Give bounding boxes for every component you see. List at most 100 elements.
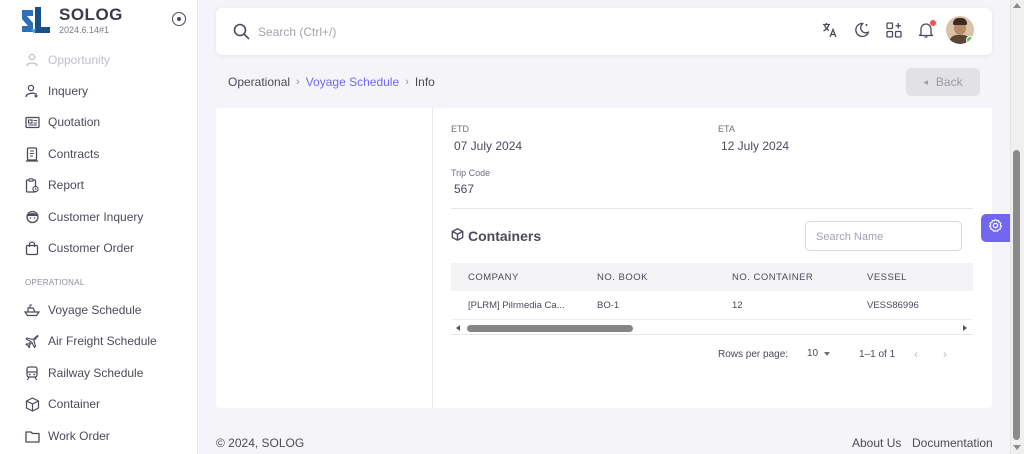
scroll-down-arrow[interactable]	[1013, 445, 1021, 450]
cell-vessel: VESS86996	[867, 300, 919, 311]
sidebar-item-customer-inquery[interactable]: Customer Inquery	[24, 208, 143, 226]
page-scrollbar-thumb[interactable]	[1013, 150, 1020, 440]
sidebar-item-railway-schedule[interactable]: Railway Schedule	[24, 364, 143, 382]
caret-down-icon	[824, 351, 831, 356]
sidebar-item-label: Contracts	[48, 147, 100, 161]
solog-logo	[20, 5, 52, 35]
rows-per-page-label: Rows per page:	[718, 349, 789, 360]
trip-code-label: Trip Code	[451, 168, 491, 178]
sidebar-item-container[interactable]: Container	[24, 395, 100, 413]
etd-value: 07 July 2024	[454, 139, 523, 153]
sidebar-toggle-button[interactable]	[172, 12, 186, 26]
folder-icon	[24, 428, 40, 444]
user-inquiry-icon	[24, 83, 40, 99]
breadcrumb-voyage-schedule[interactable]: Voyage Schedule	[306, 75, 399, 89]
sidebar-item-voyage-schedule[interactable]: Voyage Schedule	[24, 301, 141, 319]
trip-code-value: 567	[454, 182, 475, 196]
breadcrumb-operational[interactable]: Operational	[228, 75, 290, 89]
column-header-company[interactable]: COMPANY	[468, 272, 519, 283]
sidebar-item-label: Customer Inquery	[48, 210, 144, 224]
quotation-icon	[24, 114, 40, 130]
plane-icon	[24, 333, 40, 349]
notification-bell-icon[interactable]	[915, 19, 937, 41]
info-card	[216, 108, 992, 408]
rows-per-page-value: 10	[807, 348, 819, 359]
customer-inquiry-icon	[24, 209, 40, 225]
sidebar-item-contracts[interactable]: Contracts	[24, 145, 99, 163]
sidebar-item-work-order[interactable]: Work Order	[24, 427, 110, 445]
customizer-settings-button[interactable]	[981, 214, 1010, 242]
column-header-vessel[interactable]: VESSEL	[867, 272, 907, 283]
opportunity-icon	[24, 52, 40, 68]
container-search-input[interactable]: Search Name	[805, 221, 962, 251]
etd-label: ETD	[451, 124, 469, 134]
brand[interactable]: SOLOG 2024.6.14#1	[20, 5, 123, 35]
breadcrumb-separator: ›	[405, 76, 409, 88]
card-divider	[432, 108, 433, 408]
column-header-no-book[interactable]: NO. BOOK	[597, 272, 648, 283]
online-status-dot	[966, 36, 974, 44]
scrollbar-thumb[interactable]	[467, 325, 633, 332]
top-navbar: Search (Ctrl+/)	[216, 8, 992, 55]
sidebar-item-label: Opportunity	[48, 53, 111, 67]
translate-icon[interactable]	[819, 19, 841, 41]
back-button-label: Back	[935, 75, 963, 89]
footer-copyright: © 2024, SOLOG	[216, 436, 305, 450]
back-button[interactable]: ◂ Back	[906, 68, 980, 96]
search-icon[interactable]	[233, 23, 250, 45]
rows-per-page-select[interactable]: 10	[807, 348, 831, 359]
scroll-up-arrow[interactable]	[1013, 3, 1021, 8]
app-name: SOLOG	[59, 5, 123, 24]
next-page-button[interactable]: ›	[943, 347, 947, 361]
ship-icon	[24, 302, 40, 318]
sidebar-item-label: Customer Order	[48, 241, 135, 255]
sidebar-item-report[interactable]: Report	[24, 176, 84, 194]
eta-label: ETA	[718, 124, 735, 134]
user-avatar[interactable]	[946, 16, 974, 44]
sidebar-item-label: Air Freight Schedule	[48, 334, 157, 348]
sidebar: SOLOG 2024.6.14#1 Opportunity Inquery Qu…	[0, 0, 198, 454]
sidebar-item-label: Railway Schedule	[48, 366, 144, 380]
containers-title: Containers	[468, 228, 542, 244]
sidebar-item-air-freight-schedule[interactable]: Air Freight Schedule	[24, 332, 157, 350]
sidebar-item-label: Voyage Schedule	[48, 303, 142, 317]
sidebar-item-opportunity[interactable]: Opportunity	[24, 51, 110, 69]
containers-heading: Containers	[451, 228, 541, 244]
section-label-operational: OPERATIONAL	[25, 278, 85, 287]
column-header-no-container[interactable]: NO. CONTAINER	[732, 272, 813, 283]
table-header: COMPANY NO. BOOK NO. CONTAINER VESSEL	[451, 263, 973, 291]
breadcrumb-info: Info	[414, 75, 435, 89]
box-icon	[451, 228, 464, 244]
sidebar-item-label: Report	[48, 178, 85, 192]
dark-mode-icon[interactable]	[851, 19, 873, 41]
table-row[interactable]: [PLRM] Pilrmedia Ca... BO-1 12 VESS86996	[451, 291, 973, 320]
contracts-icon	[24, 146, 40, 162]
sidebar-item-quotation[interactable]: Quotation	[24, 113, 100, 131]
container-search-placeholder: Search Name	[816, 231, 884, 243]
breadcrumb: Operational › Voyage Schedule › Info	[228, 75, 435, 89]
apps-grid-icon[interactable]	[883, 19, 905, 41]
notification-badge	[930, 20, 936, 26]
report-icon	[24, 177, 40, 193]
pagination-range: 1–1 of 1	[859, 349, 896, 360]
app-version: 2024.6.14#1	[59, 25, 110, 35]
train-icon	[24, 365, 40, 381]
footer-link-documentation[interactable]: Documentation	[912, 436, 993, 450]
section-divider	[451, 208, 973, 209]
scroll-left-arrow[interactable]	[456, 325, 460, 331]
sidebar-item-label: Inquery	[48, 84, 89, 98]
previous-page-button[interactable]: ‹	[914, 347, 918, 361]
sidebar-item-label: Container	[48, 397, 101, 411]
sidebar-item-label: Work Order	[48, 429, 110, 443]
cell-no-book: BO-1	[597, 300, 620, 311]
table-horizontal-scrollbar[interactable]	[451, 322, 973, 335]
scroll-right-arrow[interactable]	[963, 325, 967, 331]
cell-no-container: 12	[732, 300, 743, 311]
footer-link-about-us[interactable]: About Us	[852, 436, 901, 450]
sidebar-item-inquery[interactable]: Inquery	[24, 82, 88, 100]
chevron-left-icon: ◂	[923, 76, 928, 87]
sidebar-item-label: Quotation	[48, 115, 101, 129]
sidebar-item-customer-order[interactable]: Customer Order	[24, 239, 134, 257]
global-search-input[interactable]: Search (Ctrl+/)	[258, 25, 336, 39]
cell-company: [PLRM] Pilrmedia Ca...	[468, 300, 565, 311]
